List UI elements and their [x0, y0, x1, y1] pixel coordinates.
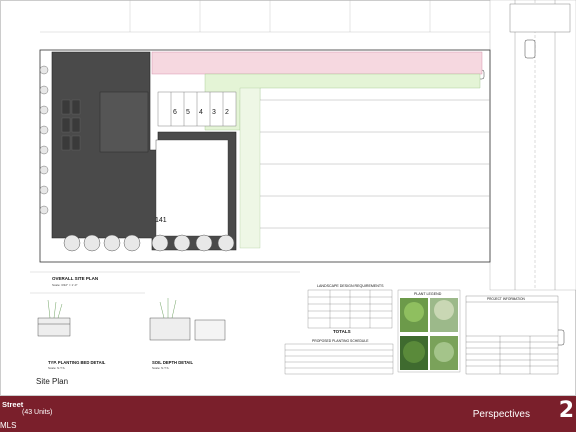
- site-plan-caption: Site Plan: [36, 377, 69, 386]
- project-info-title: PROJECT INFORMATION: [487, 297, 525, 301]
- building-number: 141: [155, 217, 167, 224]
- soil-depth-scale: Scale: N.T.S.: [152, 366, 170, 370]
- footer-units: (43 Units): [22, 409, 53, 416]
- brand-logo: 2: [558, 398, 574, 423]
- mls-watermark: MLS: [0, 421, 17, 430]
- unit-number: 5: [186, 109, 190, 116]
- overall-site-plan-scale: Scale: 3/32" = 1'-0": [52, 283, 77, 287]
- planting-schedule-table: [284, 343, 394, 375]
- overall-site-plan-label: OVERALL SITE PLAN: [52, 276, 98, 281]
- planting-schedule-title: PROPOSED PLANTING SCHEDULE: [312, 339, 369, 343]
- footer-title: Perspectives: [472, 409, 530, 420]
- unit-number: 4: [199, 109, 203, 116]
- courtyard: [155, 139, 229, 237]
- unit-number: 3: [212, 109, 216, 116]
- drawing-sheet: 6 5 4 3 2 141 OVERALL SITE PLAN Scale: 3…: [0, 0, 576, 396]
- project-info-block: [465, 295, 559, 375]
- unit-number: 2: [225, 109, 229, 116]
- planting-bed-label: TYP. PLANTING BED DETAIL: [48, 360, 106, 365]
- landscape-table-title: LANDSCAPE DESIGN REQUIREMENTS: [317, 284, 384, 288]
- planting-bed-scale: Scale: N.T.S.: [48, 366, 66, 370]
- access-drive-strip: [151, 51, 483, 75]
- footer-street: Street: [2, 400, 24, 409]
- landscape-requirements-table: [307, 289, 393, 329]
- plant-legend: [397, 289, 461, 373]
- soil-depth-label: SOIL DEPTH DETAIL: [152, 360, 193, 365]
- totals-label: TOTALS: [333, 329, 351, 334]
- plant-legend-title: PLANT LEGEND: [414, 292, 442, 296]
- unit-number: 6: [173, 109, 177, 116]
- footer-bar: Street (43 Units) Perspectives 2: [0, 396, 576, 432]
- site-plan-drawing: 6 5 4 3 2 141 OVERALL SITE PLAN Scale: 3…: [0, 0, 576, 396]
